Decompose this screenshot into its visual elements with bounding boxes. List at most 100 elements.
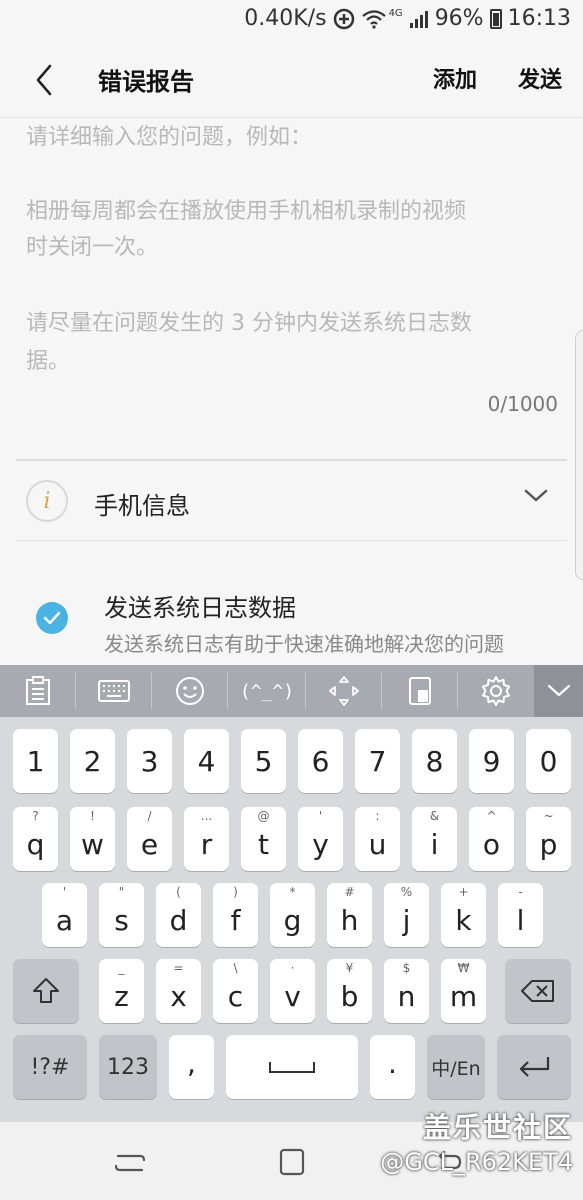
send-logs-checkbox[interactable] xyxy=(36,602,68,634)
symbols-key[interactable]: !?# xyxy=(13,1035,87,1099)
key-l[interactable]: -l xyxy=(498,883,543,947)
enter-key[interactable] xyxy=(497,1035,571,1099)
enter-icon xyxy=(519,1057,550,1077)
key-1[interactable]: 1 xyxy=(13,729,58,793)
one-hand-mode-button[interactable] xyxy=(382,665,458,717)
edge-panel-handle[interactable] xyxy=(575,330,583,580)
key-k[interactable]: + k xyxy=(441,883,486,947)
key-a[interactable]: ' a xyxy=(42,883,87,947)
hide-keyboard-button[interactable] xyxy=(534,665,583,717)
battery-icon xyxy=(489,8,502,29)
key-z[interactable]: _ z xyxy=(99,959,144,1023)
recents-button[interactable] xyxy=(110,1146,150,1180)
key-c[interactable]: \ c xyxy=(213,959,258,1023)
emoticon-button[interactable]: (^_^) xyxy=(228,665,306,717)
send-logs-row[interactable]: 发送系统日志数据 发送系统日志有助于快速准确地解决您的问题 xyxy=(0,586,583,666)
key-i[interactable]: & i xyxy=(412,807,457,871)
period-key[interactable]: . xyxy=(370,1035,415,1099)
key-hint: ' xyxy=(62,885,67,899)
key-h[interactable]: # h xyxy=(327,883,372,947)
key-hint: = xyxy=(173,961,184,975)
key-y[interactable]: ' y xyxy=(298,807,343,871)
clock: 16:13 xyxy=(507,6,571,31)
key-hint: @ xyxy=(257,809,270,823)
key-0[interactable]: 0 xyxy=(526,729,571,793)
language-key[interactable]: 中/En xyxy=(427,1035,485,1099)
key-v[interactable]: · v xyxy=(270,959,315,1023)
key-4[interactable]: 4 xyxy=(184,729,229,793)
key-d[interactable]: (d xyxy=(156,883,201,947)
key-label: l xyxy=(516,903,525,937)
key-hint: - xyxy=(518,885,523,899)
key-m[interactable]: ₩ m xyxy=(441,959,486,1023)
key-label: , xyxy=(187,1046,196,1080)
key-label: w xyxy=(81,827,104,861)
key-o[interactable]: ^ o xyxy=(469,807,514,871)
home-button[interactable] xyxy=(274,1144,310,1180)
key-5[interactable]: 5 xyxy=(241,729,286,793)
send-button[interactable]: 发送 xyxy=(518,62,562,94)
key-label: k xyxy=(455,903,472,937)
key-n[interactable]: $ n xyxy=(384,959,429,1023)
comma-key[interactable]: , xyxy=(169,1035,214,1099)
settings-button[interactable] xyxy=(458,665,534,717)
key-q[interactable]: ? q xyxy=(13,807,58,871)
add-button[interactable]: 添加 xyxy=(433,62,477,94)
divider xyxy=(16,459,567,461)
key-hint: # xyxy=(344,885,355,899)
key-label: h xyxy=(340,903,359,937)
key-8[interactable]: 8 xyxy=(412,729,457,793)
key-hint: ' xyxy=(318,809,323,823)
key-b[interactable]: ¥ b xyxy=(327,959,372,1023)
key-r[interactable]: ... r xyxy=(184,807,229,871)
emoticon-label: (^_^) xyxy=(239,680,295,702)
signal-icon xyxy=(409,9,429,29)
phone-info-row[interactable]: i 手机信息 xyxy=(16,462,567,540)
key-hint: ~ xyxy=(543,809,554,823)
key-6[interactable]: 6 xyxy=(298,729,343,793)
key-label: j xyxy=(402,903,411,937)
key-hint: ₩ xyxy=(457,961,470,975)
move-arrows-icon xyxy=(329,676,359,706)
key-label: i xyxy=(430,827,439,861)
key-9[interactable]: 9 xyxy=(469,729,514,793)
key-label: z xyxy=(114,979,129,1013)
back-button[interactable] xyxy=(28,60,64,100)
key-hint: ! xyxy=(90,809,95,823)
numbers-key[interactable]: 123 xyxy=(99,1035,157,1099)
key-label: 9 xyxy=(482,744,501,778)
checkmark-icon xyxy=(43,611,61,625)
key-label: d xyxy=(169,903,188,937)
key-hint: ) xyxy=(233,885,238,899)
shift-key[interactable] xyxy=(13,959,79,1023)
key-hint: * xyxy=(289,885,296,899)
emoji-button[interactable] xyxy=(152,665,228,717)
send-logs-subtitle: 发送系统日志有助于快速准确地解决您的问题 xyxy=(104,632,504,656)
key-label: a xyxy=(55,903,74,937)
key-f[interactable]: ) f xyxy=(213,883,258,947)
key-7[interactable]: 7 xyxy=(355,729,400,793)
key-j[interactable]: % j xyxy=(384,883,429,947)
placeholder-line: 请详细输入您的问题，例如： xyxy=(26,125,313,150)
key-g[interactable]: * g xyxy=(270,883,315,947)
keyboard-layout-button[interactable] xyxy=(76,665,152,717)
chevron-down-icon xyxy=(547,684,570,697)
key-2[interactable]: 2 xyxy=(70,729,115,793)
placeholder-line: 相册每周都会在播放使用手机相机录制的视频 xyxy=(26,199,467,224)
key-x[interactable]: = x xyxy=(156,959,201,1023)
space-key[interactable] xyxy=(226,1035,358,1099)
key-s[interactable]: " s xyxy=(99,883,144,947)
key-u[interactable]: :u xyxy=(355,807,400,871)
cursor-move-button[interactable] xyxy=(306,665,382,717)
clipboard-button[interactable] xyxy=(0,665,76,717)
key-w[interactable]: ! w xyxy=(70,807,115,871)
send-logs-title: 发送系统日志数据 xyxy=(104,594,296,622)
placeholder-line: 据。 xyxy=(26,349,71,374)
key-e[interactable]: / e xyxy=(127,807,172,871)
backspace-key[interactable] xyxy=(505,959,571,1023)
key-hint: : xyxy=(375,809,380,823)
key-t[interactable]: @ t xyxy=(241,807,286,871)
key-hint: _ xyxy=(118,961,125,975)
key-3[interactable]: 3 xyxy=(127,729,172,793)
key-p[interactable]: ~ p xyxy=(526,807,571,871)
